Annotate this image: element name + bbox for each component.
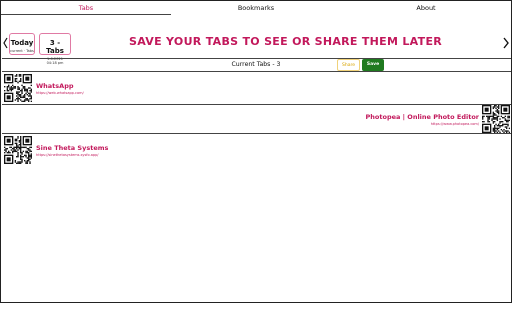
qr-code-icon <box>4 136 32 164</box>
tab-bar: Tabs Bookmarks About <box>1 1 511 15</box>
session-title: Today <box>10 39 34 47</box>
tab-bookmarks[interactable]: Bookmarks <box>171 1 341 15</box>
current-tabs-label: Current Tabs - 3 <box>231 61 281 68</box>
session-card-saved[interactable]: 3 - Tabs 1-6-2021 04:18 pm <box>39 33 71 65</box>
session-subtitle: current · Tabs <box>10 49 34 53</box>
tab-about[interactable]: About <box>341 1 511 15</box>
share-button[interactable]: Share <box>337 59 360 71</box>
entry-url[interactable]: https://sinethetasystems.sysfo.app/ <box>36 153 98 157</box>
headline: SAVE YOUR TABS TO SEE OR SHARE THEM LATE… <box>129 35 443 48</box>
app-frame: Tabs Bookmarks About Today current · Tab… <box>0 0 512 303</box>
divider <box>2 104 511 105</box>
entry-url[interactable]: https://www.photopea.com/ <box>431 122 479 126</box>
divider <box>2 71 511 72</box>
scroll-right-icon[interactable] <box>503 36 510 50</box>
entry-title[interactable]: WhatsApp <box>36 82 74 90</box>
session-card-today[interactable]: Today current · Tabs <box>9 33 35 55</box>
tab-tabs[interactable]: Tabs <box>1 1 171 15</box>
divider <box>2 58 511 59</box>
session-title: 3 - Tabs <box>46 39 64 55</box>
divider <box>2 133 511 134</box>
save-button[interactable]: Save <box>362 59 384 71</box>
qr-code-icon <box>482 105 510 133</box>
scroll-left-icon[interactable] <box>3 36 8 50</box>
qr-code-icon <box>4 74 32 102</box>
entry-url[interactable]: https://web.whatsapp.com/ <box>36 91 84 95</box>
entry-title[interactable]: Sine Theta Systems <box>36 144 108 152</box>
entry-title[interactable]: Photopea | Online Photo Editor <box>366 113 479 121</box>
